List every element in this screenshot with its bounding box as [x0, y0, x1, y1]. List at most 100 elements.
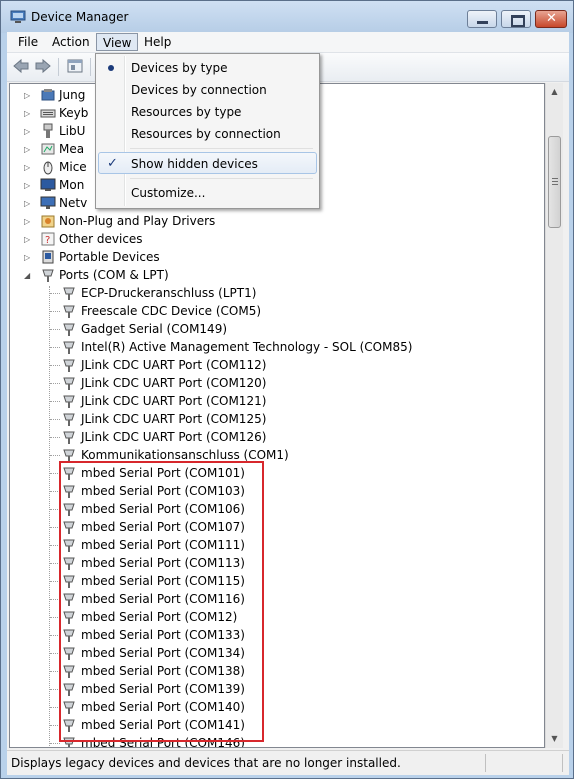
back-arrow-icon[interactable]	[12, 58, 30, 74]
close-button[interactable]: ✕	[535, 10, 567, 28]
expand-arrow-icon[interactable]: ▷	[24, 163, 33, 172]
window-title: Device Manager	[31, 10, 129, 24]
port-label: JLink CDC UART Port (COM126)	[81, 430, 267, 444]
menu-item-resources-by-connection[interactable]: Resources by connection	[98, 123, 317, 145]
tree-category-label: Netv	[59, 196, 88, 210]
scroll-down-icon[interactable]: ▼	[546, 730, 563, 747]
port-icon	[63, 287, 75, 300]
menu-bar: File Action View Help	[7, 32, 569, 53]
view-menu-dropdown: Devices by type Devices by connection Re…	[95, 53, 320, 209]
port-label: JLink CDC UART Port (COM125)	[81, 412, 267, 426]
tree-category-label: LibU	[59, 124, 86, 138]
menu-file[interactable]: File	[12, 33, 44, 51]
status-separator	[562, 754, 563, 772]
menu-item-label: Show hidden devices	[131, 157, 258, 171]
port-icon	[63, 377, 75, 390]
port-icon	[63, 395, 75, 408]
tree-guide-line	[50, 455, 60, 457]
tree-category-label: Keyb	[59, 106, 89, 120]
drivers-icon	[41, 215, 55, 228]
device-manager-window: Device Manager ✕ File Action View Help ▷…	[0, 0, 574, 779]
menu-item-customize[interactable]: Customize...	[98, 182, 317, 204]
toolbar-separator	[58, 58, 59, 76]
tree-category-label: Mea	[59, 142, 85, 156]
menu-item-label: Devices by type	[131, 61, 228, 75]
expand-arrow-icon[interactable]: ▷	[24, 253, 33, 262]
minimize-button[interactable]	[467, 10, 497, 28]
menu-separator	[130, 178, 313, 179]
radio-bullet-icon	[108, 65, 114, 71]
properties-icon[interactable]	[66, 58, 84, 74]
svg-text:?: ?	[45, 235, 50, 246]
tree-category-label: Jung	[59, 88, 86, 102]
menu-item-label: Devices by connection	[131, 83, 267, 97]
expand-arrow-icon[interactable]: ▷	[24, 127, 33, 136]
port-label: ECP-Druckeranschluss (LPT1)	[81, 286, 257, 300]
forward-arrow-icon[interactable]	[34, 58, 52, 74]
menu-item-devices-by-connection[interactable]: Devices by connection	[98, 79, 317, 101]
device-manager-icon	[10, 10, 26, 23]
expand-arrow-icon[interactable]: ▷	[24, 109, 33, 118]
menu-view[interactable]: View	[96, 33, 139, 51]
port-label: Gadget Serial (COM149)	[81, 322, 228, 336]
port-label: JLink CDC UART Port (COM120)	[81, 376, 267, 390]
port-label: Freescale CDC Device (COM5)	[81, 304, 262, 318]
grip-line	[552, 181, 558, 182]
menu-item-label: Customize...	[131, 186, 206, 200]
tree-guide-line	[50, 329, 60, 331]
tree-guide-line	[50, 347, 60, 349]
port-icon	[63, 431, 75, 444]
port-icon	[63, 413, 75, 426]
scroll-thumb[interactable]	[548, 136, 561, 228]
port-icon	[63, 359, 75, 372]
vertical-scrollbar[interactable]: ▲ ▼	[545, 83, 563, 748]
menu-item-devices-by-type[interactable]: Devices by type	[98, 57, 317, 79]
tree-guide-line	[49, 286, 51, 746]
scroll-up-icon[interactable]: ▲	[546, 83, 563, 100]
port-label: JLink CDC UART Port (COM112)	[81, 358, 267, 372]
maximize-button[interactable]	[501, 10, 531, 28]
tree-guide-line	[50, 311, 60, 313]
port-icon	[42, 269, 54, 282]
port-label: Intel(R) Active Management Technology - …	[81, 340, 413, 354]
tree-category-label: Other devices	[59, 232, 143, 246]
menu-item-label: Resources by connection	[131, 127, 281, 141]
status-text: Displays legacy devices and devices that…	[11, 756, 401, 770]
portable-device-icon	[42, 250, 54, 264]
menu-item-show-hidden-devices[interactable]: ✓ Show hidden devices	[98, 152, 317, 174]
close-icon: ✕	[546, 11, 557, 26]
expand-arrow-icon[interactable]: ▷	[24, 199, 33, 208]
status-bar: Displays legacy devices and devices that…	[7, 750, 569, 775]
expand-arrow-icon[interactable]: ▷	[24, 181, 33, 190]
usb-icon	[43, 123, 53, 138]
expand-arrow-icon[interactable]: ▷	[24, 217, 33, 226]
mouse-icon	[43, 161, 53, 175]
unknown-device-icon: ?	[41, 232, 55, 246]
tree-guide-line	[50, 383, 60, 385]
tree-category-label: Mice	[59, 160, 87, 174]
port-icon	[63, 341, 75, 354]
expand-arrow-icon[interactable]: ▷	[24, 91, 33, 100]
grip-line	[552, 184, 558, 185]
tree-guide-line	[50, 437, 60, 439]
menu-item-resources-by-type[interactable]: Resources by type	[98, 101, 317, 123]
expand-arrow-icon[interactable]: ▷	[24, 145, 33, 154]
title-bar[interactable]: Device Manager ✕	[1, 1, 573, 33]
menu-help[interactable]: Help	[138, 33, 177, 51]
network-icon	[40, 196, 56, 209]
maximize-icon	[511, 15, 525, 27]
expand-arrow-icon[interactable]: ▷	[24, 235, 33, 244]
menu-separator	[130, 148, 313, 149]
menu-action[interactable]: Action	[46, 33, 96, 51]
checkmark-icon: ✓	[107, 156, 118, 171]
monitor-icon	[40, 178, 56, 191]
collapse-arrow-icon[interactable]: ◢	[24, 271, 33, 280]
memory-icon	[41, 143, 55, 155]
tree-guide-line	[50, 293, 60, 295]
keyboard-icon	[40, 109, 56, 118]
tree-guide-line	[50, 401, 60, 403]
tree-guide-line	[50, 365, 60, 367]
tree-category-label: Non-Plug and Play Drivers	[59, 214, 216, 228]
jungo-icon	[41, 89, 55, 101]
menu-item-label: Resources by type	[131, 105, 242, 119]
